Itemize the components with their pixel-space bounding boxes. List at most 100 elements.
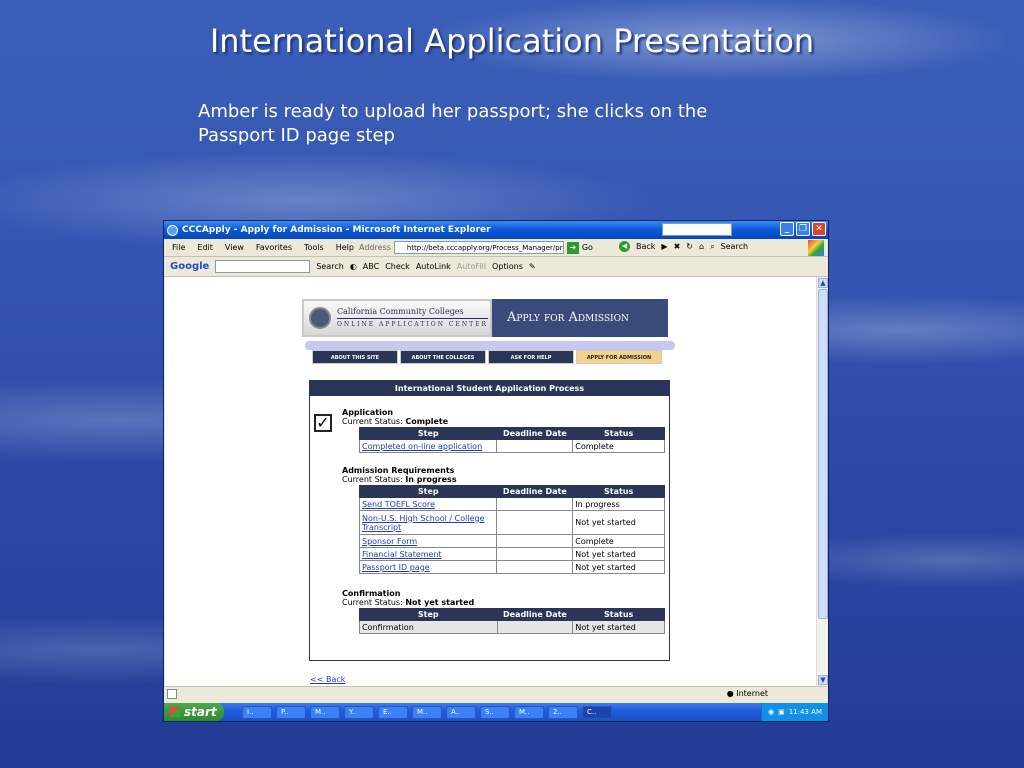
minimize-button[interactable]: _ [780, 222, 794, 236]
back-link[interactable]: << Back [310, 675, 345, 684]
google-logo[interactable]: Google [170, 261, 209, 272]
window-titlebar[interactable]: CCCApply - Apply for Admission - Microso… [164, 221, 828, 239]
pencil-icon[interactable]: ✎ [529, 262, 536, 271]
address-label: Address [359, 243, 391, 252]
nav-ask-help[interactable]: ASK FOR HELP [488, 350, 574, 364]
window-title: CCCApply - Apply for Admission - Microso… [182, 225, 491, 235]
nav-about-colleges[interactable]: ABOUT THE COLLEGES [400, 350, 486, 364]
home-icon[interactable]: ⌂ [699, 242, 704, 251]
system-tray: ◉ ▣ 11:43 AM [761, 703, 828, 721]
clock[interactable]: 11:43 AM [789, 708, 822, 716]
forward-icon[interactable]: ▶ [661, 242, 667, 251]
nav-apply[interactable]: APPLY FOR ADMISSION [576, 350, 662, 364]
step-link[interactable]: Send TOEFL Score [358, 497, 498, 511]
menu-help[interactable]: Help [336, 243, 354, 252]
menu-favorites[interactable]: Favorites [256, 243, 292, 252]
apply-title: Apply for Admission [507, 310, 629, 325]
tray-icon[interactable]: ▣ [778, 708, 785, 716]
google-search-button[interactable]: Search [316, 262, 343, 271]
college-seal-icon [309, 307, 331, 329]
col-step: Step [358, 427, 498, 440]
status-cell: Not yet started [572, 560, 665, 574]
slide-title: International Application Presentation [209, 22, 815, 60]
ccc-logo[interactable]: California Community Colleges ONLINE APP… [302, 299, 492, 337]
process-panel: International Student Application Proces… [309, 380, 670, 661]
go-icon[interactable]: ➔ [566, 241, 579, 254]
tray-icon[interactable]: ◉ [768, 708, 774, 716]
stop-icon[interactable]: ✖ [674, 242, 681, 251]
menu-edit[interactable]: Edit [197, 243, 213, 252]
ccc-name: California Community Colleges [337, 307, 464, 316]
taskbar: start I.. P.. M.. Y.. E.. M.. A.. S.. M.… [164, 703, 828, 721]
taskbar-item-active[interactable]: C.. [582, 705, 612, 719]
deadline-cell [496, 439, 574, 453]
step-cell: Confirmation [359, 620, 498, 634]
windows-flag-icon [170, 707, 180, 717]
taskbar-item[interactable]: S.. [480, 705, 510, 719]
site-nav: ABOUT THIS SITE ABOUT THE COLLEGES ASK F… [312, 350, 662, 364]
taskbar-item[interactable]: M.. [310, 705, 340, 719]
restore-button[interactable]: ❐ [796, 222, 810, 236]
status-cell: Complete [572, 534, 665, 548]
passport-id-link[interactable]: Passport ID page [358, 560, 498, 574]
col-deadline: Deadline Date [496, 427, 574, 440]
menu-file[interactable]: File [172, 243, 185, 252]
section-title: Admission Requirements [342, 466, 455, 475]
menu-view[interactable]: View [225, 243, 244, 252]
taskbar-item[interactable]: P.. [276, 705, 306, 719]
section-title: Confirmation [342, 589, 401, 598]
status-cell: Not yet started [572, 510, 665, 535]
go-label[interactable]: Go [582, 243, 593, 252]
back-button[interactable]: Back [636, 242, 655, 251]
zone-label: Internet [736, 689, 768, 698]
back-icon[interactable]: ◀ [619, 241, 630, 252]
step-link[interactable]: Completed on-line application [358, 439, 498, 453]
col-step: Step [359, 608, 498, 621]
start-button[interactable]: start [164, 703, 224, 721]
deadline-cell [496, 497, 574, 511]
scroll-up-icon[interactable]: ▲ [818, 278, 828, 288]
menu-bar: File Edit View Favorites Tools Help Addr… [164, 239, 828, 257]
taskbar-item[interactable]: A.. [446, 705, 476, 719]
autofill-button[interactable]: AutoFill [457, 262, 486, 271]
deadline-cell [496, 510, 574, 535]
taskbar-item[interactable]: 2.. [548, 705, 578, 719]
nav-about-site[interactable]: ABOUT THIS SITE [312, 350, 398, 364]
google-search-input[interactable] [215, 260, 311, 273]
taskbar-item[interactable]: M.. [412, 705, 442, 719]
close-button[interactable]: ✕ [812, 222, 826, 236]
address-input[interactable]: http://beta.cccapply.org/Process_Manager… [393, 241, 564, 254]
status-cell: Not yet started [572, 547, 665, 561]
taskbar-item[interactable]: E.. [378, 705, 408, 719]
autolink-button[interactable]: AutoLink [416, 262, 451, 271]
process-title: International Student Application Proces… [310, 381, 669, 396]
check-button[interactable]: Check [385, 262, 410, 271]
ccc-subtitle: ONLINE APPLICATION CENTER [337, 318, 488, 330]
step-link[interactable]: Sponsor Form [358, 534, 498, 548]
taskbar-item[interactable]: Y.. [344, 705, 374, 719]
globe-icon: ● [726, 689, 734, 698]
taskbar-item[interactable]: I.. [242, 705, 272, 719]
col-step: Step [358, 485, 498, 498]
spellcheck-icon[interactable]: ABC [363, 262, 379, 271]
scroll-thumb[interactable] [818, 289, 828, 619]
col-status: Status [572, 485, 665, 498]
search-button[interactable]: Search [721, 242, 748, 251]
search-icon[interactable]: ⌕ [710, 242, 714, 252]
apply-banner: California Community Colleges ONLINE APP… [302, 299, 668, 337]
vertical-scrollbar[interactable]: ▲ ▼ [816, 277, 828, 686]
steps-table: Step Deadline Date Status Confirmation Not… [359, 608, 665, 634]
titlebar-search-box[interactable] [662, 223, 732, 236]
refresh-icon[interactable]: ↻ [686, 242, 693, 251]
scroll-down-icon[interactable]: ▼ [818, 675, 828, 685]
deadline-cell [496, 620, 574, 634]
steps-table: Step Deadline Date Status Completed on-lin… [358, 427, 665, 453]
options-button[interactable]: Options [492, 262, 523, 271]
step-link[interactable]: Non-U.S. High School / College Transcrip… [358, 510, 498, 535]
col-deadline: Deadline Date [496, 608, 574, 621]
section-status: In progress [405, 475, 457, 484]
section-admission: Admission Requirements Current Status: I… [342, 466, 665, 574]
step-link[interactable]: Financial Statement [358, 547, 498, 561]
taskbar-item[interactable]: M.. [514, 705, 544, 719]
menu-tools[interactable]: Tools [304, 243, 324, 252]
